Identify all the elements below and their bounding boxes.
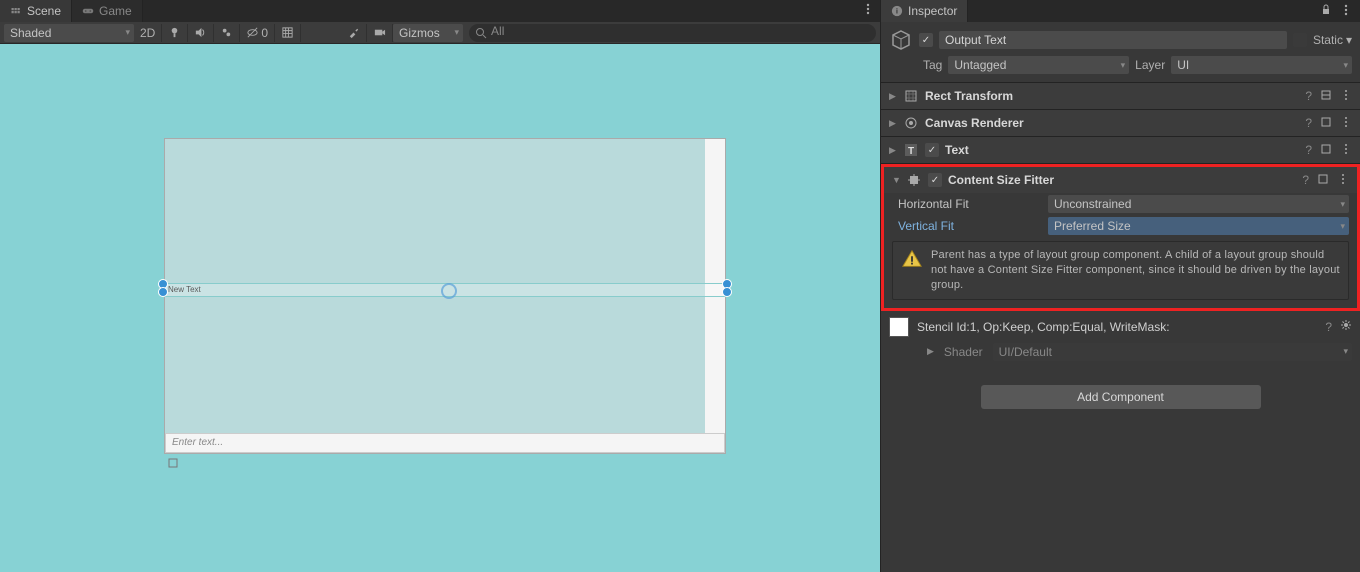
horizontal-fit-label: Horizontal Fit [898,197,1048,211]
info-icon: i [891,5,903,17]
foldout-icon[interactable]: ▼ [892,175,900,185]
scene-tab-bar: Scene Game [0,0,880,22]
tab-inspector[interactable]: i Inspector [881,0,968,22]
canvas-renderer-icon [903,115,919,131]
help-icon[interactable]: ? [1302,173,1309,187]
lighting-toggle-icon[interactable] [162,24,188,42]
scene-icon [10,5,22,17]
tab-game-label: Game [99,4,132,18]
gameobject-header: ✓ Output Text Static ▾ [881,22,1360,52]
svg-text:i: i [896,7,898,16]
help-icon[interactable]: ? [1305,89,1312,103]
help-icon[interactable]: ? [1325,320,1332,334]
preset-icon[interactable] [1320,89,1332,104]
active-checkbox[interactable]: ✓ [919,33,933,47]
tab-inspector-label: Inspector [908,4,957,18]
shader-dropdown[interactable]: UI/Default [993,343,1352,361]
tab-game[interactable]: Game [72,0,143,22]
input-field-preview: Enter text... [165,433,725,453]
scene-search-input[interactable]: All [469,24,876,42]
gameobject-icon[interactable] [889,28,913,52]
kebab-icon[interactable] [1340,143,1352,158]
scene-toolbar: Shaded 2D 0 Gizmos All [0,22,880,44]
inspector-tab-bar: i Inspector [881,0,1360,22]
layer-label: Layer [1135,58,1165,72]
preset-icon[interactable] [1317,173,1329,188]
material-header[interactable]: Stencil Id:1, Op:Keep, Comp:Equal, Write… [881,311,1360,343]
svg-text:T: T [908,146,914,157]
grid-toggle-icon[interactable] [275,24,301,42]
vertical-fit-dropdown[interactable]: Preferred Size [1048,217,1349,235]
static-dropdown[interactable]: Static ▾ [1313,33,1352,47]
component-text[interactable]: ▶ T ✓ Text ? [881,137,1360,163]
panel-menu-icon[interactable] [862,3,874,18]
help-icon[interactable]: ? [1305,143,1312,157]
audio-toggle-icon[interactable] [188,24,214,42]
rect-gizmo-icon [168,457,178,467]
warning-box: Parent has a type of layout group compon… [892,241,1349,300]
layer-dropdown[interactable]: UI [1171,56,1352,74]
tag-label: Tag [923,58,942,72]
resize-handle-left[interactable] [158,279,168,295]
fx-toggle-icon[interactable] [214,24,240,42]
kebab-icon[interactable] [1340,89,1352,104]
component-rect-transform[interactable]: ▶ Rect Transform ? [881,83,1360,109]
hidden-objects-icon[interactable]: 0 [240,24,275,42]
highlight-annotation: ▼ ✓ Content Size Fitter ? Horizontal Fit… [881,164,1360,311]
gamepad-icon [82,5,94,17]
text-enabled-checkbox[interactable]: ✓ [925,143,939,157]
add-component-button[interactable]: Add Component [981,385,1261,409]
pivot-handle[interactable] [441,283,457,299]
scene-viewport[interactable]: New Text Enter text... [0,44,880,572]
selected-object-label: New Text [168,285,201,294]
gear-icon[interactable] [1340,319,1352,334]
gameobject-name-input[interactable]: Output Text [939,31,1287,49]
material-name: Stencil Id:1, Op:Keep, Comp:Equal, Write… [917,320,1317,334]
2d-toggle[interactable]: 2D [134,24,162,42]
camera-icon[interactable] [367,24,393,42]
foldout-icon[interactable]: ▶ [927,346,934,357]
preset-icon[interactable] [1320,143,1332,158]
foldout-icon[interactable]: ▶ [889,91,897,102]
content-size-fitter-icon [906,172,922,188]
tab-scene[interactable]: Scene [0,0,72,22]
tag-dropdown[interactable]: Untagged [948,56,1129,74]
preset-icon[interactable] [1320,116,1332,131]
shading-dropdown[interactable]: Shaded [4,24,134,42]
lock-icon[interactable] [1320,4,1332,19]
help-icon[interactable]: ? [1305,116,1312,130]
csf-enabled-checkbox[interactable]: ✓ [928,173,942,187]
kebab-icon[interactable] [1340,116,1352,131]
warning-icon [901,248,923,270]
warning-text: Parent has a type of layout group compon… [931,248,1340,293]
text-icon: T [903,142,919,158]
component-content-size-fitter[interactable]: ▼ ✓ Content Size Fitter ? [884,167,1357,193]
material-swatch [889,317,909,337]
static-checkbox[interactable] [1293,33,1307,47]
panel-menu-icon[interactable] [1340,4,1352,19]
foldout-icon[interactable]: ▶ [889,118,897,129]
shader-label: Shader [944,345,983,359]
kebab-icon[interactable] [1337,173,1349,188]
resize-handle-right[interactable] [722,279,732,295]
horizontal-fit-dropdown[interactable]: Unconstrained [1048,195,1349,213]
tab-scene-label: Scene [27,4,61,18]
tools-icon[interactable] [341,24,367,42]
canvas-preview: New Text Enter text... [164,138,726,454]
foldout-icon[interactable]: ▶ [889,145,897,156]
vertical-fit-label: Vertical Fit [898,219,1048,233]
search-icon [475,27,487,42]
component-canvas-renderer[interactable]: ▶ Canvas Renderer ? [881,110,1360,136]
gizmos-dropdown[interactable]: Gizmos [393,24,463,42]
rect-transform-icon [903,88,919,104]
